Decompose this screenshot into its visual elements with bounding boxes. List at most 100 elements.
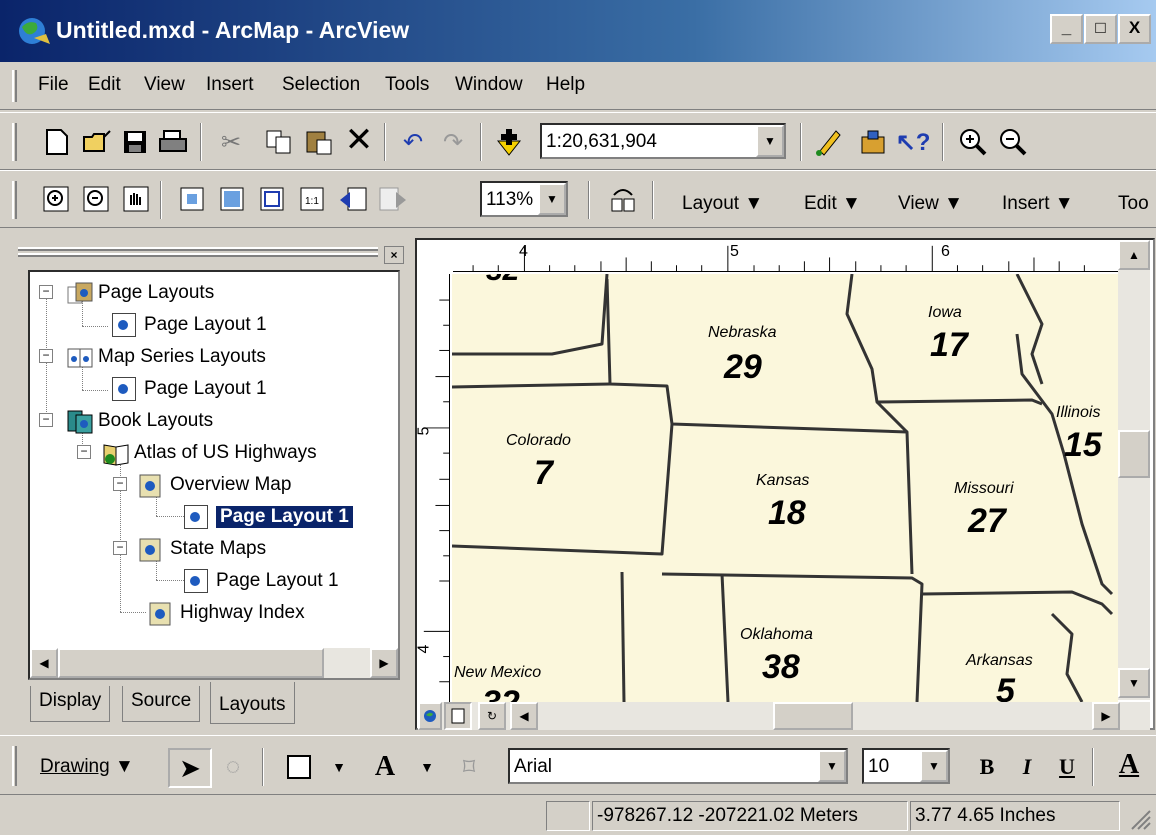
tab-display[interactable]: Display — [30, 686, 111, 722]
new-document-icon[interactable] — [40, 125, 74, 159]
toc-title-grip[interactable] — [18, 244, 403, 262]
layout-menu[interactable]: Layout ▼ — [682, 193, 763, 215]
tree-collapse-button[interactable]: − — [39, 349, 53, 363]
chevron-down-icon[interactable]: ▼ — [756, 125, 784, 157]
zoom-in-icon[interactable] — [956, 125, 990, 159]
tree-collapse-button[interactable]: − — [113, 477, 127, 491]
view-menu[interactable]: View ▼ — [898, 193, 963, 215]
vertical-ruler[interactable] — [418, 274, 450, 702]
font-color-button[interactable]: A — [1112, 748, 1146, 782]
menu-window[interactable]: Window — [455, 74, 523, 96]
edit-menu[interactable]: Edit ▼ — [804, 193, 861, 215]
menubar-grip[interactable] — [12, 70, 17, 102]
data-view-button[interactable] — [418, 702, 442, 730]
tab-source[interactable]: Source — [122, 686, 201, 722]
insert-menu[interactable]: Insert ▼ — [1002, 193, 1074, 215]
tree-collapse-button[interactable]: − — [113, 541, 127, 555]
tree-collapse-button[interactable]: − — [39, 413, 53, 427]
select-elements-icon[interactable]: ➤ — [168, 748, 212, 788]
toc-horizontal-scrollbar[interactable]: ◀ ▶ — [30, 648, 398, 678]
menu-insert[interactable]: Insert — [206, 74, 254, 96]
tree-item-book-layouts[interactable]: Book Layouts — [66, 406, 213, 436]
toolbar-grip[interactable] — [12, 746, 17, 786]
scroll-up-button[interactable]: ▲ — [1118, 240, 1150, 270]
arcmap-globe-icon[interactable] — [16, 14, 52, 48]
map-vertical-scrollbar[interactable]: ▲ ▼ — [1118, 240, 1150, 700]
zoom-whole-page-icon[interactable] — [256, 183, 290, 217]
cut-icon[interactable]: ✂ — [214, 125, 248, 159]
scroll-thumb[interactable] — [773, 702, 853, 730]
scroll-thumb[interactable] — [1118, 430, 1150, 478]
tree-item-page-layout-1[interactable]: Page Layout 1 — [112, 310, 267, 340]
font-name-combo[interactable]: Arial ▼ — [508, 748, 848, 784]
zoom-percent-combo[interactable]: 113% ▼ — [480, 181, 568, 217]
chevron-down-icon[interactable]: ▼ — [410, 750, 444, 784]
tree-item-highway-index[interactable]: Highway Index — [148, 598, 305, 628]
undo-icon[interactable]: ↶ — [396, 125, 430, 159]
toolbar-grip[interactable] — [12, 123, 17, 161]
arctoolbox-icon[interactable] — [856, 125, 890, 159]
rectangle-icon[interactable] — [282, 750, 316, 784]
tools-menu[interactable]: Too — [1118, 193, 1149, 215]
tree-collapse-button[interactable]: − — [39, 285, 53, 299]
tree-item-map-series-layouts[interactable]: Map Series Layouts — [66, 342, 266, 372]
map-horizontal-scrollbar[interactable]: ↻ ◀ ▶ — [418, 702, 1150, 730]
chevron-down-icon[interactable]: ▼ — [322, 750, 356, 784]
horizontal-ruler[interactable] — [453, 240, 1118, 272]
layout-view-button[interactable] — [444, 702, 472, 730]
minimize-button[interactable]: _ — [1050, 14, 1083, 44]
close-button[interactable]: X — [1118, 14, 1151, 44]
layout-zoom-out-icon[interactable] — [80, 183, 114, 217]
scroll-left-button[interactable]: ◀ — [30, 648, 58, 678]
whats-this-icon[interactable]: ↖? — [896, 125, 931, 159]
layout-zoom-in-icon[interactable] — [40, 183, 74, 217]
tree-item-page-layout-1[interactable]: Page Layout 1 — [112, 374, 267, 404]
toc-close-button[interactable]: × — [384, 246, 404, 264]
map-scale-combo[interactable]: 1:20,631,904 ▼ — [540, 123, 786, 159]
print-icon[interactable] — [156, 125, 190, 159]
rotate-icon[interactable]: ◌ — [216, 750, 250, 784]
editor-toolbar-icon[interactable] — [812, 125, 846, 159]
underline-button[interactable]: U — [1050, 750, 1084, 784]
chevron-down-icon[interactable]: ▼ — [538, 183, 566, 215]
redo-icon[interactable]: ↷ — [436, 125, 470, 159]
chevron-down-icon[interactable]: ▼ — [818, 750, 846, 782]
menu-help[interactable]: Help — [546, 74, 585, 96]
map-page-canvas[interactable]: 32 Nebraska 29 Iowa 17 Illinois 15 Color… — [452, 274, 1118, 702]
scroll-thumb[interactable] — [58, 648, 324, 678]
refresh-icon[interactable]: ↻ — [478, 702, 506, 730]
save-icon[interactable] — [118, 125, 152, 159]
tree-item-state-maps[interactable]: State Maps — [138, 534, 266, 564]
tree-item-overview-map[interactable]: Overview Map — [138, 470, 291, 500]
zoom-fixed-in-icon[interactable] — [176, 183, 210, 217]
menu-tools[interactable]: Tools — [385, 74, 429, 96]
zoom-fixed-out-icon[interactable] — [216, 183, 250, 217]
scroll-right-button[interactable]: ▶ — [1092, 702, 1120, 730]
zoom-out-icon[interactable] — [996, 125, 1030, 159]
add-data-icon[interactable] — [492, 125, 526, 159]
bold-button[interactable]: B — [970, 750, 1004, 784]
tree-item-page-layout-1[interactable]: Page Layout 1 — [184, 566, 339, 596]
toggle-draft-mode-icon[interactable] — [606, 183, 640, 217]
font-size-combo[interactable]: 10 ▼ — [862, 748, 950, 784]
new-text-icon[interactable]: A — [368, 750, 402, 784]
scroll-down-button[interactable]: ▼ — [1118, 668, 1150, 698]
resize-grip-icon[interactable] — [1126, 805, 1152, 831]
menu-file[interactable]: File — [38, 74, 69, 96]
paste-icon[interactable] — [302, 125, 336, 159]
tree-collapse-button[interactable]: − — [77, 445, 91, 459]
zoom-100-percent-icon[interactable]: 1:1 — [296, 183, 330, 217]
scroll-right-button[interactable]: ▶ — [370, 648, 398, 678]
tree-item-atlas-of-us-highways[interactable]: Atlas of US Highways — [102, 438, 317, 468]
toolbar-grip[interactable] — [12, 181, 17, 219]
maximize-button[interactable]: □ — [1084, 14, 1117, 44]
tree-item-page-layouts[interactable]: Page Layouts — [66, 278, 214, 308]
delete-icon[interactable]: ✕ — [342, 121, 376, 159]
edit-vertices-icon[interactable]: ⌑ — [452, 750, 486, 784]
scroll-left-button[interactable]: ◀ — [510, 702, 538, 730]
menu-edit[interactable]: Edit — [88, 74, 121, 96]
menu-view[interactable]: View — [144, 74, 185, 96]
copy-icon[interactable] — [262, 125, 296, 159]
drawing-menu[interactable]: Drawing ▼ — [40, 756, 134, 778]
go-forward-extent-icon[interactable] — [376, 183, 410, 217]
